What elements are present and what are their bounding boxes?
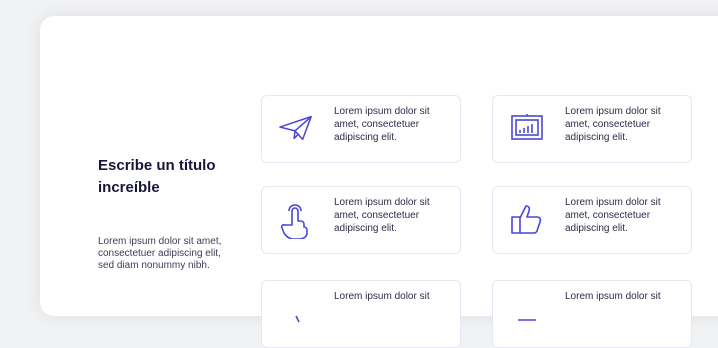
thumbs-up-icon — [509, 201, 545, 237]
feature-text: Lorem ipsum dolor sit amet, consectetuer… — [565, 106, 661, 143]
feature-card: Lorem ipsum dolor sit amet, consectetuer… — [261, 186, 461, 254]
feature-icon — [278, 295, 314, 331]
feature-text: Lorem ipsum dolor sit amet, consectetuer… — [334, 197, 430, 234]
feature-text: Lorem ipsum dolor sit amet, consectetuer… — [334, 106, 430, 143]
feature-card: Lorem ipsum dolor sit amet, consectetuer… — [261, 95, 461, 163]
feature-text: Lorem ipsum dolor sit — [565, 291, 661, 302]
feature-card: Lorem ipsum dolor sit — [261, 280, 461, 348]
section-description: Lorem ipsum dolor sit amet, consectetuer… — [98, 236, 222, 271]
feature-icon — [509, 295, 545, 331]
feature-card: Lorem ipsum dolor sit amet, consectetuer… — [492, 186, 692, 254]
section-title: Escribe un título increíble — [98, 157, 216, 196]
feature-card: Lorem ipsum dolor sit — [492, 280, 692, 348]
presentation-chart-icon — [509, 110, 545, 146]
feature-card: Lorem ipsum dolor sit amet, consectetuer… — [492, 95, 692, 163]
feature-text: Lorem ipsum dolor sit — [334, 291, 430, 302]
paper-plane-icon — [278, 110, 314, 146]
feature-text: Lorem ipsum dolor sit amet, consectetuer… — [565, 197, 661, 234]
tap-hand-icon — [278, 201, 314, 239]
